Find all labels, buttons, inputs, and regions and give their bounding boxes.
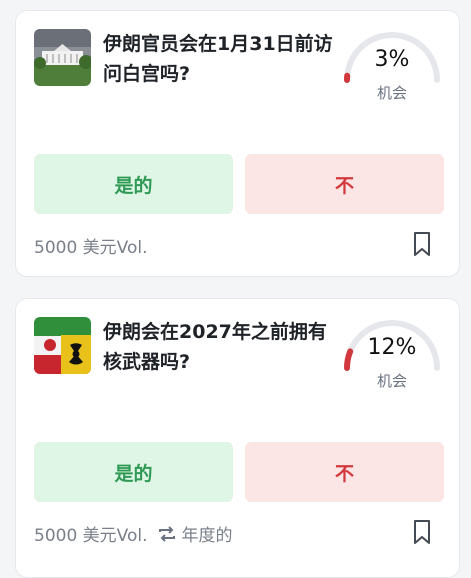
- no-button[interactable]: 不: [245, 154, 444, 214]
- market-footer: 5000 美元Vol. 年度的: [34, 521, 233, 546]
- bookmark-icon[interactable]: [411, 518, 433, 546]
- market-title[interactable]: 伊朗官员会在1月31日前访问白宫吗?: [103, 29, 335, 89]
- chance-label: 机会: [341, 370, 443, 391]
- chance-percent: 12%: [341, 335, 443, 360]
- chance-gauge: 12% 机会: [341, 311, 443, 391]
- market-footer: 5000 美元Vol.: [34, 233, 148, 258]
- market-title[interactable]: 伊朗会在2027年之前拥有核武器吗?: [103, 317, 335, 377]
- volume-text: 5000 美元Vol.: [34, 521, 148, 546]
- market-thumbnail: [34, 317, 91, 374]
- yes-button[interactable]: 是的: [34, 154, 233, 214]
- yes-button[interactable]: 是的: [34, 442, 233, 502]
- market-thumbnail: [34, 29, 91, 86]
- volume-text: 5000 美元Vol.: [34, 233, 148, 258]
- market-card[interactable]: 伊朗会在2027年之前拥有核武器吗? 12% 机会 是的 不 5000 美元Vo…: [15, 298, 460, 578]
- chance-percent: 3%: [341, 47, 443, 72]
- market-card[interactable]: 伊朗官员会在1月31日前访问白宫吗? 3% 机会 是的 不 5000 美元Vol…: [15, 10, 460, 277]
- no-button[interactable]: 不: [245, 442, 444, 502]
- recurrence-tag: 年度的: [158, 521, 233, 546]
- chance-gauge: 3% 机会: [341, 23, 443, 103]
- chance-label: 机会: [341, 82, 443, 103]
- bookmark-icon[interactable]: [411, 230, 433, 258]
- recurrence-label: 年度的: [182, 521, 233, 546]
- repeat-icon: [158, 526, 176, 542]
